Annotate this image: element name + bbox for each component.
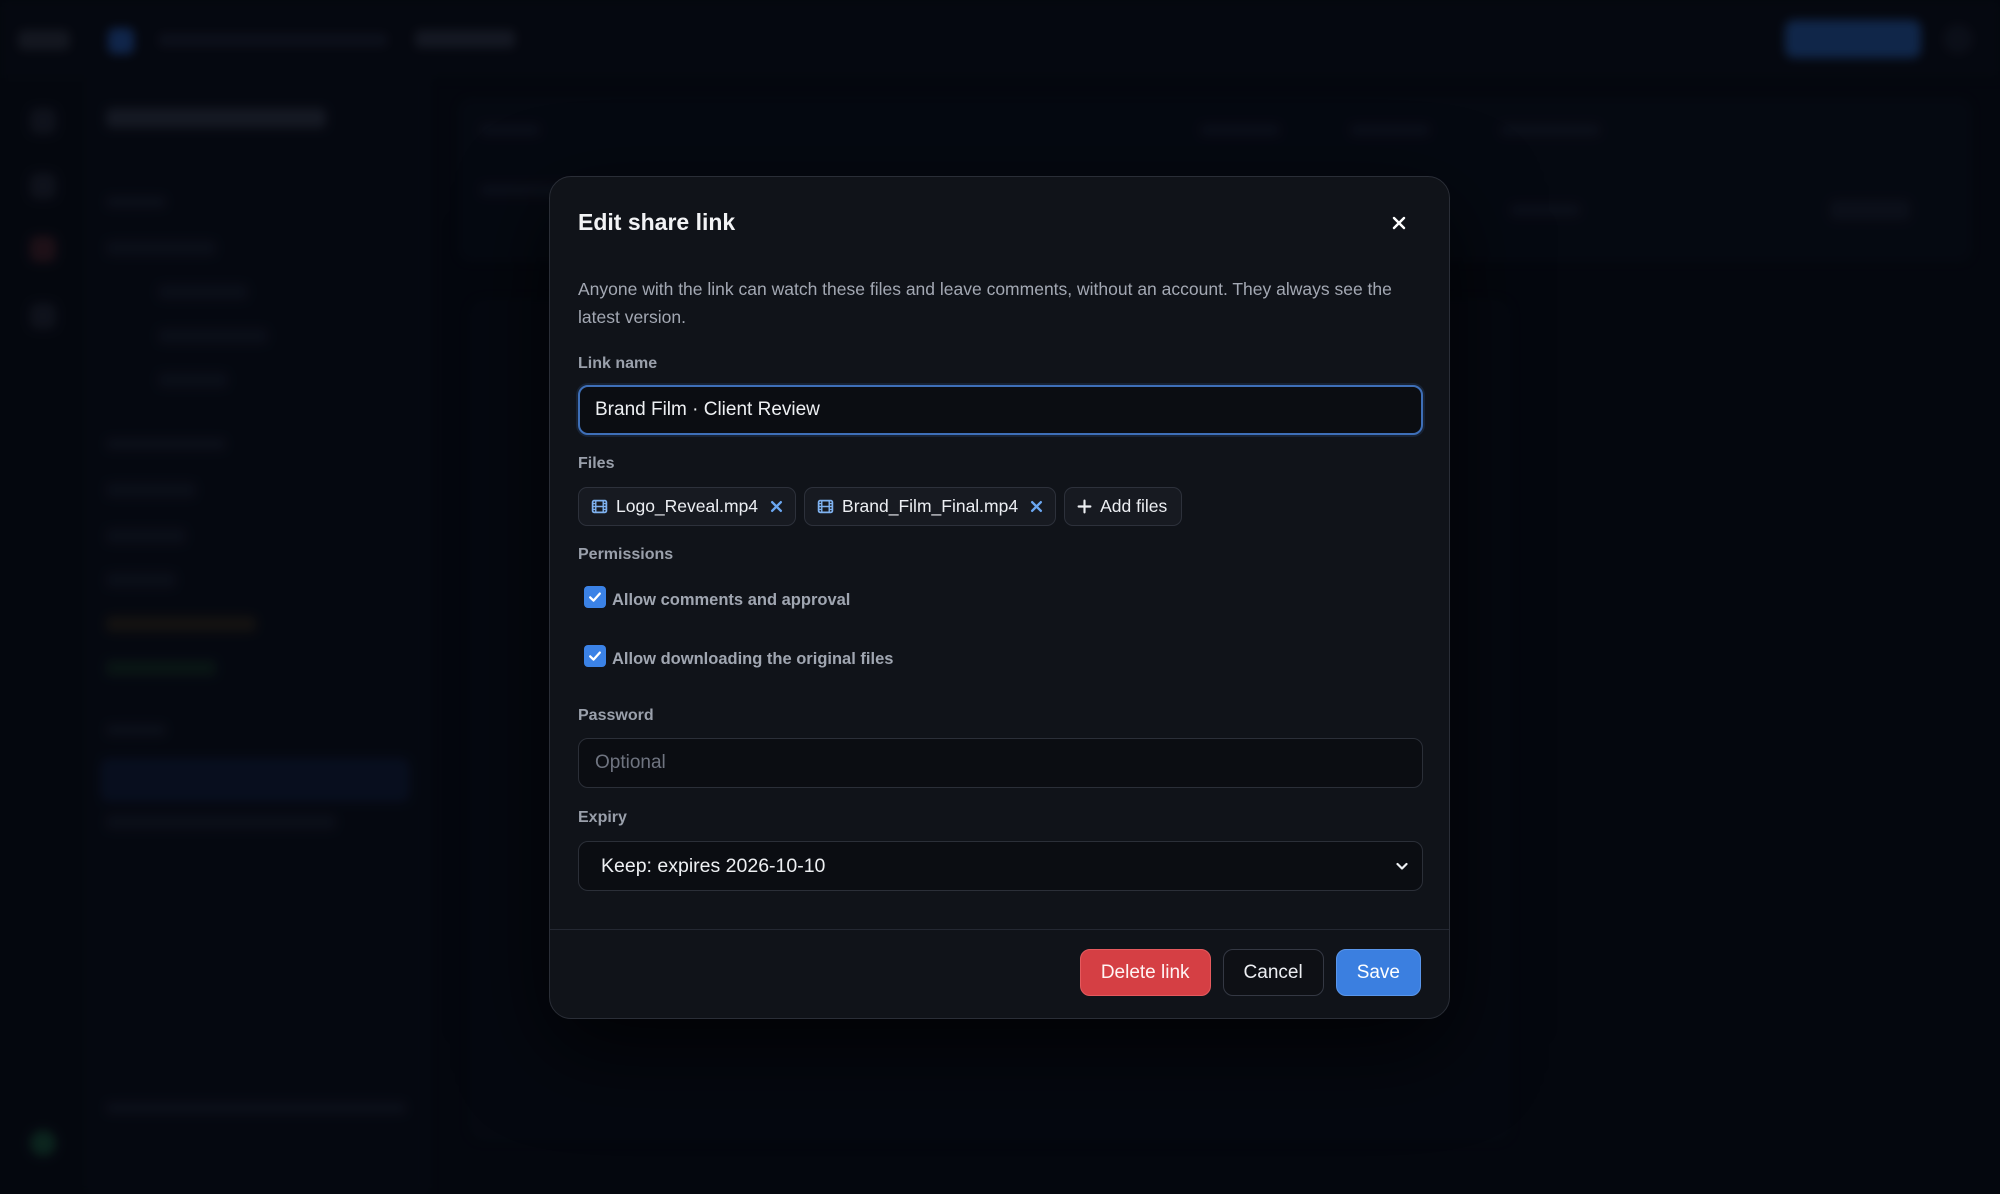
- x-icon: [771, 500, 783, 513]
- delete-link-button[interactable]: Delete link: [1079, 949, 1211, 996]
- edit-share-link-dialog: Edit share link Anyone with the link can…: [549, 176, 1450, 1019]
- permission-download-option: Allow downloading the original files: [584, 644, 893, 669]
- files-label: Files: [578, 455, 615, 472]
- check-icon: [589, 591, 601, 602]
- expiry-label: Expiry: [578, 809, 627, 826]
- footer-divider: [550, 929, 1449, 930]
- allow-comments-label[interactable]: Allow comments and approval: [612, 591, 850, 610]
- dialog-description: Anyone with the link can watch these fil…: [578, 279, 1392, 327]
- remove-file-button[interactable]: [770, 500, 783, 513]
- x-icon: [1031, 500, 1043, 513]
- dialog-title: Edit share link: [578, 209, 736, 235]
- close-icon: [1392, 216, 1406, 230]
- plus-icon: [1077, 499, 1092, 514]
- password-input[interactable]: [578, 738, 1423, 788]
- add-files-label: Add files: [1100, 496, 1168, 516]
- remove-file-button[interactable]: [1030, 500, 1043, 513]
- file-chip-name: Logo_Reveal.mp4: [616, 496, 759, 516]
- film-icon: [817, 498, 834, 515]
- dialog-header: Edit share link: [578, 207, 1421, 257]
- file-chip-name: Brand_Film_Final.mp4: [842, 496, 1019, 516]
- expiry-selected-value: Keep: expires 2026-10-10: [601, 854, 826, 877]
- allow-comments-checkbox[interactable]: [584, 585, 606, 608]
- permissions-label: Permissions: [578, 546, 674, 563]
- password-label: Password: [578, 707, 654, 724]
- allow-download-label[interactable]: Allow downloading the original files: [612, 650, 893, 669]
- file-chip: Logo_Reveal.mp4: [578, 487, 797, 526]
- permission-comments-option: Allow comments and approval: [584, 585, 850, 610]
- link-name-input[interactable]: [578, 385, 1423, 435]
- dialog-footer: Delete link Cancel Save: [1079, 949, 1421, 996]
- link-name-label: Link name: [578, 355, 658, 372]
- file-chip: Brand_Film_Final.mp4: [804, 487, 1057, 526]
- save-button[interactable]: Save: [1335, 949, 1421, 996]
- cancel-button[interactable]: Cancel: [1222, 949, 1324, 996]
- chevron-down-icon: [1396, 862, 1408, 870]
- allow-download-checkbox[interactable]: [584, 644, 606, 667]
- files-chip-list: Logo_Reveal.mp4 Brand_Film_Final.mp4 Add…: [578, 487, 1183, 527]
- add-files-button[interactable]: Add files: [1064, 487, 1183, 526]
- close-button[interactable]: [1383, 207, 1415, 239]
- expiry-select[interactable]: Keep: expires 2026-10-10: [578, 841, 1423, 891]
- check-icon: [589, 650, 601, 661]
- film-icon: [591, 498, 608, 515]
